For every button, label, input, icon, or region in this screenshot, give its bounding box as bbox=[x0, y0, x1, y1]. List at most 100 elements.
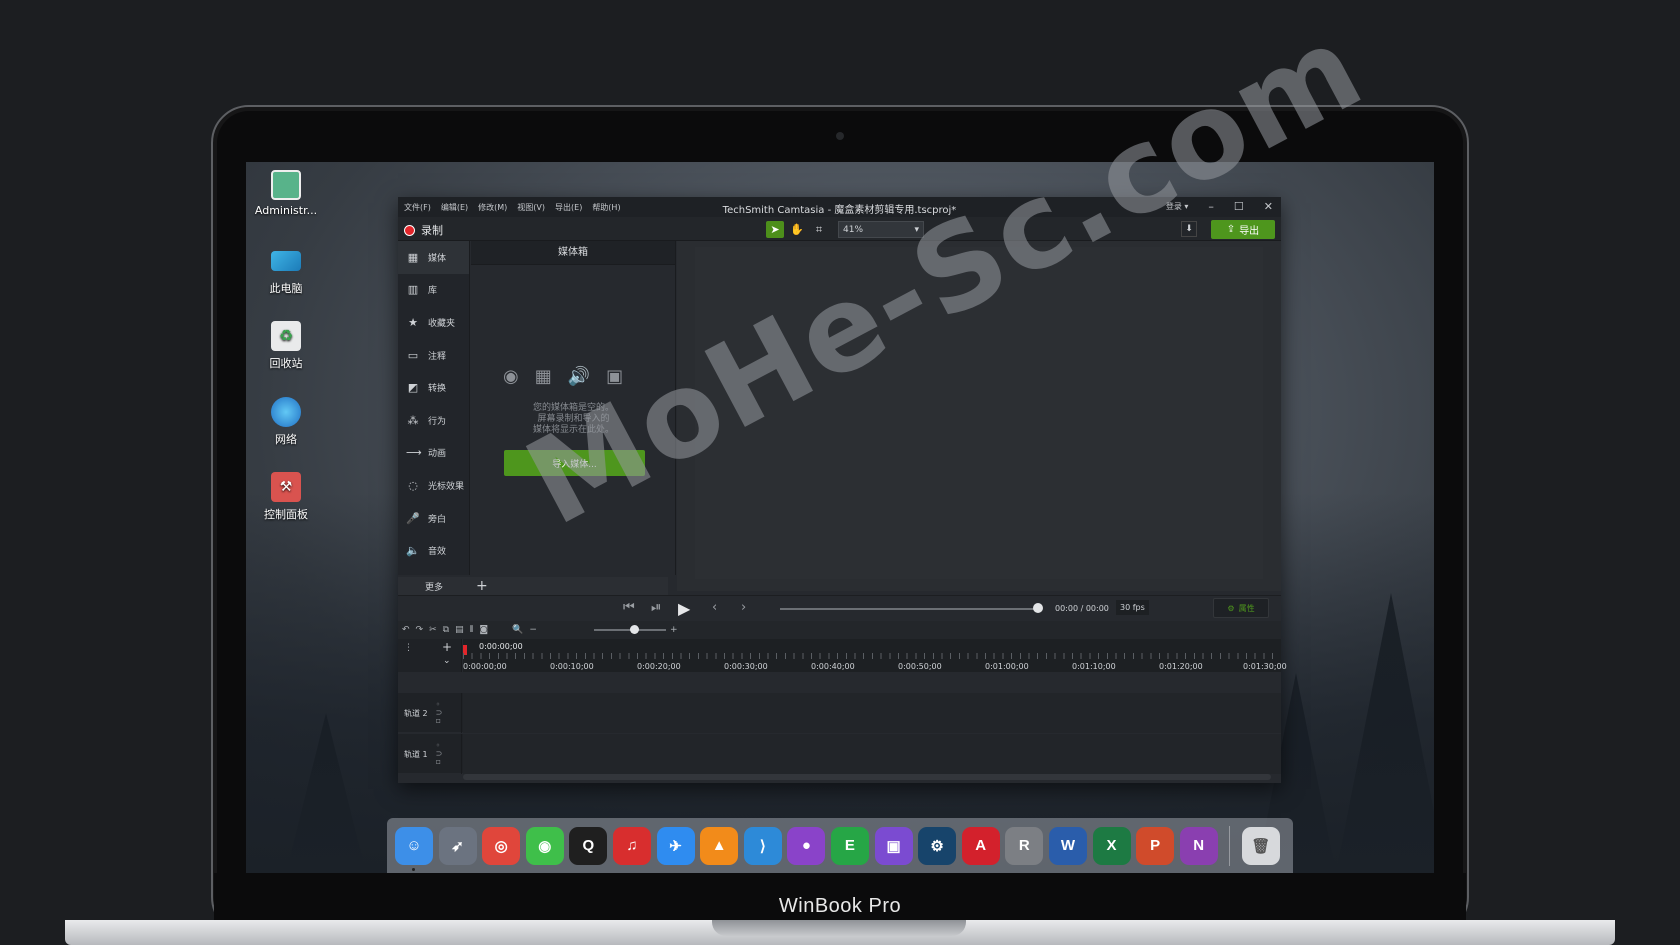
timeline-scrollbar[interactable] bbox=[463, 774, 1271, 780]
import-media-button[interactable]: 导入媒体... bbox=[504, 450, 645, 476]
track-label[interactable]: 轨道 2 ◦ ⊃ ▫ bbox=[398, 693, 462, 733]
dock-chrome-icon[interactable]: ◎ bbox=[482, 826, 521, 865]
sidebar-item-favorites[interactable]: ★ 收藏夹 bbox=[398, 306, 469, 339]
cut-icon[interactable]: ✂ bbox=[429, 625, 437, 635]
speaker-icon: 🔈 bbox=[406, 544, 420, 558]
dock-trash-icon[interactable]: 🗑 bbox=[1241, 826, 1280, 865]
dock-github-icon[interactable]: ● bbox=[787, 826, 826, 865]
desktop-icon-computer[interactable]: 此电脑 bbox=[246, 246, 326, 296]
record-button[interactable]: 录制 bbox=[404, 222, 443, 238]
menu-edit[interactable]: 编辑(E) bbox=[441, 202, 468, 213]
desktop-icon-label: 此电脑 bbox=[269, 282, 303, 295]
maximize-icon[interactable]: ☐ bbox=[1234, 200, 1244, 213]
sidebar-item-media[interactable]: ▦ 媒体 bbox=[398, 241, 469, 274]
more-button[interactable]: 更多 bbox=[398, 580, 470, 593]
dock-qq-icon[interactable]: Q bbox=[569, 826, 608, 865]
desktop-icon-control-panel[interactable]: ⚒ 控制面板 bbox=[246, 472, 326, 522]
track-body[interactable] bbox=[463, 734, 1281, 774]
menu-view[interactable]: 视图(V) bbox=[517, 202, 545, 213]
dock-steam-icon[interactable]: ⚙ bbox=[918, 826, 957, 865]
preview-canvas[interactable] bbox=[695, 247, 1263, 579]
track-lock-icon[interactable]: ◦ ⊃ ▫ bbox=[436, 701, 443, 725]
play-frame-icon[interactable]: ⏯ bbox=[651, 600, 661, 615]
split-icon[interactable]: ⫴ bbox=[470, 625, 474, 635]
sidebar-item-annotations[interactable]: ▭ 注释 bbox=[398, 339, 469, 372]
dock-powerpoint-icon[interactable]: P bbox=[1136, 826, 1175, 865]
scrub-knob[interactable] bbox=[1033, 603, 1043, 613]
add-track-icon[interactable]: + bbox=[442, 640, 452, 654]
track-lock-icon[interactable]: ◦ ⊃ ▫ bbox=[436, 742, 443, 766]
sidebar-item-animations[interactable]: ⟶ 动画 bbox=[398, 437, 469, 470]
timeline-ruler[interactable]: 0:00:00;00 0:00:00;00 0:00:10;00 0:00:20… bbox=[463, 639, 1287, 672]
dock-vlc-icon[interactable]: ▲ bbox=[700, 826, 739, 865]
redo-icon[interactable]: ↷ bbox=[416, 625, 424, 635]
prev-marker-icon[interactable]: ‹ bbox=[712, 600, 717, 615]
track-body[interactable] bbox=[463, 693, 1281, 733]
sidebar-item-transitions[interactable]: ◩ 转换 bbox=[398, 371, 469, 404]
close-icon[interactable]: ✕ bbox=[1264, 200, 1273, 213]
annotation-icon: ▭ bbox=[407, 348, 419, 362]
record-dot-icon bbox=[404, 224, 415, 236]
dock-acrobat-icon[interactable]: A bbox=[961, 826, 1000, 865]
crop-icon[interactable]: ⌗ bbox=[810, 221, 828, 238]
copy-icon[interactable]: ⧉ bbox=[443, 625, 449, 635]
canvas-tools: ➤ ✋ ⌗ 41% ▾ bbox=[766, 221, 924, 238]
scrub-track[interactable] bbox=[780, 608, 1035, 610]
media-bin-panel: 媒体箱 ◉ ▦ 🔊 ▣ 您的媒体箱是空的。 屏幕录制和导入的 媒体将显示在此处。… bbox=[471, 241, 676, 575]
menu-help[interactable]: 帮助(H) bbox=[592, 202, 620, 213]
dock-evernote-icon[interactable]: E bbox=[830, 826, 869, 865]
dock-finder-icon[interactable]: ☺ bbox=[395, 826, 433, 871]
dock-rhino-icon[interactable]: R bbox=[1005, 826, 1044, 865]
dock-word-icon[interactable]: W bbox=[1048, 826, 1087, 865]
step-back-icon[interactable]: ⏮ bbox=[623, 600, 635, 615]
login-button[interactable]: 登录 ▾ bbox=[1166, 201, 1189, 212]
track-row: 轨道 2 ◦ ⊃ ▫ bbox=[398, 693, 1281, 733]
timeline-zoom-knob[interactable] bbox=[630, 625, 639, 634]
zoom-select[interactable]: 41% ▾ bbox=[838, 221, 924, 238]
dock-wechat-icon[interactable]: ◉ bbox=[525, 826, 564, 865]
next-marker-icon[interactable]: › bbox=[741, 600, 746, 615]
login-label: 登录 bbox=[1165, 202, 1182, 211]
properties-button[interactable]: ⚙ 属性 bbox=[1213, 598, 1269, 618]
sidebar-item-audio-effects[interactable]: 🔈 音效 bbox=[398, 534, 469, 567]
dock-twitch-icon[interactable]: ▣ bbox=[874, 826, 913, 865]
export-button[interactable]: ⇪ 导出 bbox=[1211, 220, 1275, 239]
desktop-icon-network[interactable]: 网络 bbox=[246, 397, 326, 447]
select-arrow-icon[interactable]: ➤ bbox=[766, 221, 784, 238]
network-globe-icon bbox=[271, 397, 301, 427]
dock-onenote-icon[interactable]: N bbox=[1179, 826, 1218, 865]
sidebar-item-cursor-effects[interactable]: ◌ 光标效果 bbox=[398, 469, 469, 502]
menu-file[interactable]: 文件(F) bbox=[404, 202, 431, 213]
ruler-tick-label: 0:00:50;00 bbox=[898, 662, 942, 671]
paste-icon[interactable]: ▤ bbox=[455, 625, 464, 635]
add-icon[interactable]: + bbox=[476, 578, 488, 594]
minimize-icon[interactable]: – bbox=[1208, 200, 1214, 213]
zoom-out-icon[interactable]: − bbox=[529, 625, 537, 635]
undo-icon[interactable]: ↶ bbox=[402, 625, 410, 635]
menu-export[interactable]: 导出(E) bbox=[555, 202, 582, 213]
pan-hand-icon[interactable]: ✋ bbox=[788, 221, 806, 238]
sidebar-item-behaviors[interactable]: ⁂ 行为 bbox=[398, 404, 469, 437]
dock-feishu-icon[interactable]: ✈ bbox=[656, 826, 695, 865]
desktop-icon-label: 控制面板 bbox=[264, 508, 308, 521]
chevron-down-icon[interactable]: ⌄ bbox=[443, 656, 451, 666]
dock-excel-icon[interactable]: X bbox=[1092, 826, 1131, 865]
menu-modify[interactable]: 修改(M) bbox=[478, 202, 507, 213]
record-circle-icon: ◉ bbox=[503, 366, 519, 387]
snapshot-icon[interactable]: ◙ bbox=[479, 625, 488, 635]
dock-netease-music-icon[interactable]: ♫ bbox=[612, 826, 651, 865]
record-label: 录制 bbox=[421, 224, 443, 237]
magnet-icon[interactable]: ⋮ bbox=[404, 643, 413, 653]
desktop-icon-admin[interactable]: Administr... bbox=[246, 170, 326, 217]
track-label[interactable]: 轨道 1 ◦ ⊃ ▫ bbox=[398, 734, 462, 774]
sidebar-item-voice-narration[interactable]: 🎤 旁白 bbox=[398, 502, 469, 535]
zoom-in-icon[interactable]: + bbox=[670, 625, 678, 635]
dock-vscode-icon[interactable]: ⟩ bbox=[743, 826, 782, 865]
dock-launchpad-icon[interactable]: ➶ bbox=[438, 826, 477, 865]
download-icon[interactable]: ⬇ bbox=[1181, 221, 1197, 237]
desktop-icon-recycle-bin[interactable]: ♻ 回收站 bbox=[246, 321, 326, 371]
track-row: 轨道 1 ◦ ⊃ ▫ bbox=[398, 734, 1281, 774]
play-icon[interactable]: ▶ bbox=[678, 599, 690, 618]
sidebar-item-library[interactable]: ▥ 库 bbox=[398, 274, 469, 307]
zoom-search-icon[interactable]: 🔍 bbox=[512, 625, 523, 635]
